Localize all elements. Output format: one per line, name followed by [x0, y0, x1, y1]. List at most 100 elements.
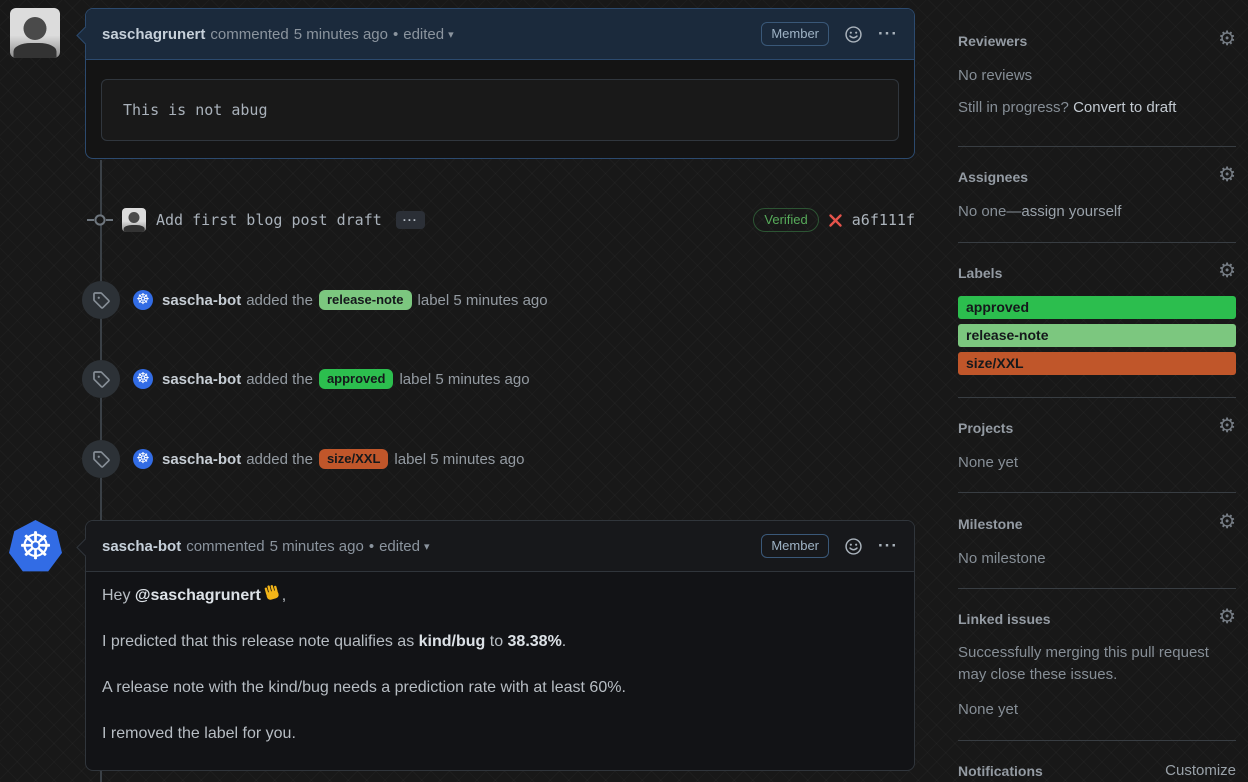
- avatar-silhouette: [23, 17, 47, 40]
- labels-heading: Labels: [958, 265, 1003, 281]
- projects-empty-text: None yet: [958, 454, 1019, 471]
- event-label-chip[interactable]: release-note: [318, 290, 412, 310]
- assignees-empty-text: No one—assign yourself: [958, 201, 1236, 223]
- sidebar-label-approved[interactable]: approved: [958, 296, 1236, 319]
- gear-icon[interactable]: ⚙: [1218, 512, 1236, 532]
- comment-timestamp[interactable]: 5 minutes ago: [294, 26, 388, 43]
- comment-saschagrunert: saschagrunert commented 5 minutes ago • …: [76, 8, 915, 159]
- emoji-reaction-button[interactable]: [845, 25, 862, 43]
- tag-icon: [93, 371, 110, 388]
- tag-icon: [93, 451, 110, 468]
- event-label-chip[interactable]: size/XXL: [318, 449, 389, 469]
- text: Hey: [102, 587, 135, 604]
- timeline-badge: [82, 440, 120, 478]
- chevron-down-icon[interactable]: ▾: [448, 28, 454, 41]
- avatar-sascha-bot-large[interactable]: ☸: [9, 520, 62, 572]
- comment-timestamp[interactable]: 5 minutes ago: [270, 538, 364, 555]
- text: to: [485, 633, 508, 650]
- commit-author-avatar[interactable]: [122, 208, 146, 232]
- convert-to-draft-link[interactable]: Convert to draft: [1073, 99, 1176, 116]
- linked-issues-empty-text: None yet: [958, 701, 1019, 718]
- customize-link[interactable]: Customize: [1165, 762, 1236, 779]
- sidebar-section-reviewers: Reviewers ⚙ No reviews Still in progress…: [958, 29, 1236, 119]
- sidebar-divider: [958, 397, 1236, 398]
- smiley-icon: [845, 537, 862, 555]
- event-suffix-text: label 5 minutes ago: [394, 450, 525, 468]
- assign-yourself-link[interactable]: assign yourself: [1021, 203, 1121, 220]
- event-actor-link[interactable]: sascha-bot: [162, 292, 241, 309]
- avatar-silhouette: [128, 212, 140, 224]
- verified-badge[interactable]: Verified: [753, 208, 819, 232]
- avatar-sascha-bot[interactable]: ☸: [133, 449, 153, 469]
- milestone-heading: Milestone: [958, 516, 1023, 532]
- label-event-row: ☸ sascha-bot added the approved label 5 …: [82, 360, 536, 398]
- sidebar-section-milestone: Milestone ⚙ No milestone: [958, 512, 1236, 570]
- edited-dropdown[interactable]: edited: [403, 26, 444, 43]
- comment-author-link[interactable]: sascha-bot: [102, 538, 181, 555]
- gear-icon[interactable]: ⚙: [1218, 416, 1236, 436]
- edited-dropdown[interactable]: edited: [379, 538, 420, 555]
- commit-message-link[interactable]: Add first blog post draft: [156, 211, 382, 229]
- reviewers-empty-text: No reviews: [958, 67, 1033, 84]
- commit-sha-link[interactable]: a6f111f: [852, 211, 915, 229]
- sidebar-label-release-note[interactable]: release-note: [958, 324, 1236, 347]
- commit-row: Add first blog post draft ··· Verified a…: [87, 206, 915, 234]
- comment-paragraph: I removed the label for you.: [102, 725, 296, 742]
- text: I predicted that this release note quali…: [102, 633, 419, 650]
- event-action-text: added the: [246, 291, 313, 309]
- tag-icon: [93, 292, 110, 309]
- sidebar-section-labels: Labels ⚙ approved release-note size/XXL: [958, 261, 1236, 380]
- linked-issues-heading: Linked issues: [958, 611, 1051, 627]
- gear-icon[interactable]: ⚙: [1218, 165, 1236, 185]
- event-suffix-text: label 5 minutes ago: [399, 370, 530, 388]
- sidebar-divider: [958, 740, 1236, 741]
- text: Still in progress?: [958, 99, 1074, 116]
- sidebar-label-size-xxl[interactable]: size/XXL: [958, 352, 1236, 375]
- failed-check-x-icon[interactable]: [828, 213, 843, 228]
- bold-text: 38.38%: [507, 633, 562, 650]
- avatar-silhouette: [123, 224, 145, 232]
- code-text: This is not abug: [123, 101, 268, 119]
- mention-link[interactable]: @saschagrunert: [135, 587, 261, 604]
- event-action-text: added the: [246, 450, 313, 468]
- pull-request-page: saschagrunert commented 5 minutes ago • …: [0, 0, 1248, 782]
- comment-paragraph: Hey @saschagrunert,: [102, 584, 898, 608]
- sidebar-divider: [958, 588, 1236, 589]
- reviewers-hint: Still in progress? Convert to draft: [958, 97, 1236, 119]
- emoji-reaction-button[interactable]: [845, 537, 862, 555]
- kebab-menu-button[interactable]: ···: [878, 24, 898, 44]
- timeline-line-bottom: [100, 771, 102, 782]
- kebab-menu-button[interactable]: ···: [878, 536, 898, 556]
- avatar-saschagrunert[interactable]: [10, 8, 60, 58]
- comment-action: commented: [210, 25, 289, 43]
- sidebar-section-assignees: Assignees ⚙ No one—assign yourself: [958, 165, 1236, 223]
- gear-icon[interactable]: ⚙: [1218, 29, 1236, 49]
- event-actor-link[interactable]: sascha-bot: [162, 451, 241, 468]
- event-action-text: added the: [246, 370, 313, 388]
- sidebar-divider: [958, 492, 1236, 493]
- comment-paragraph: I predicted that this release note quali…: [102, 630, 898, 654]
- milestone-empty-text: No milestone: [958, 550, 1046, 567]
- avatar-sascha-bot[interactable]: ☸: [133, 369, 153, 389]
- timeline-badge: [82, 281, 120, 319]
- event-actor-link[interactable]: sascha-bot: [162, 371, 241, 388]
- smiley-icon: [845, 25, 862, 43]
- wave-emoji: [264, 585, 279, 600]
- comment-author-link[interactable]: saschagrunert: [102, 26, 205, 43]
- timeline-badge: [82, 360, 120, 398]
- chevron-down-icon[interactable]: ▾: [424, 540, 430, 553]
- comment-header: saschagrunert commented 5 minutes ago • …: [86, 9, 914, 60]
- avatar-sascha-bot[interactable]: ☸: [133, 290, 153, 310]
- event-label-chip[interactable]: approved: [318, 369, 394, 389]
- text: .: [561, 633, 567, 650]
- commit-expand-button[interactable]: ···: [395, 211, 425, 229]
- text: ,: [281, 587, 287, 604]
- text: No one—: [958, 203, 1022, 220]
- dot-separator: •: [368, 537, 375, 555]
- gear-icon[interactable]: ⚙: [1218, 607, 1236, 627]
- sidebar-section-linked-issues: Linked issues ⚙ Successfully merging thi…: [958, 607, 1236, 721]
- member-badge: Member: [761, 22, 830, 46]
- label-event-row: ☸ sascha-bot added the release-note labe…: [82, 281, 554, 319]
- git-commit-icon: [87, 214, 113, 226]
- gear-icon[interactable]: ⚙: [1218, 261, 1236, 281]
